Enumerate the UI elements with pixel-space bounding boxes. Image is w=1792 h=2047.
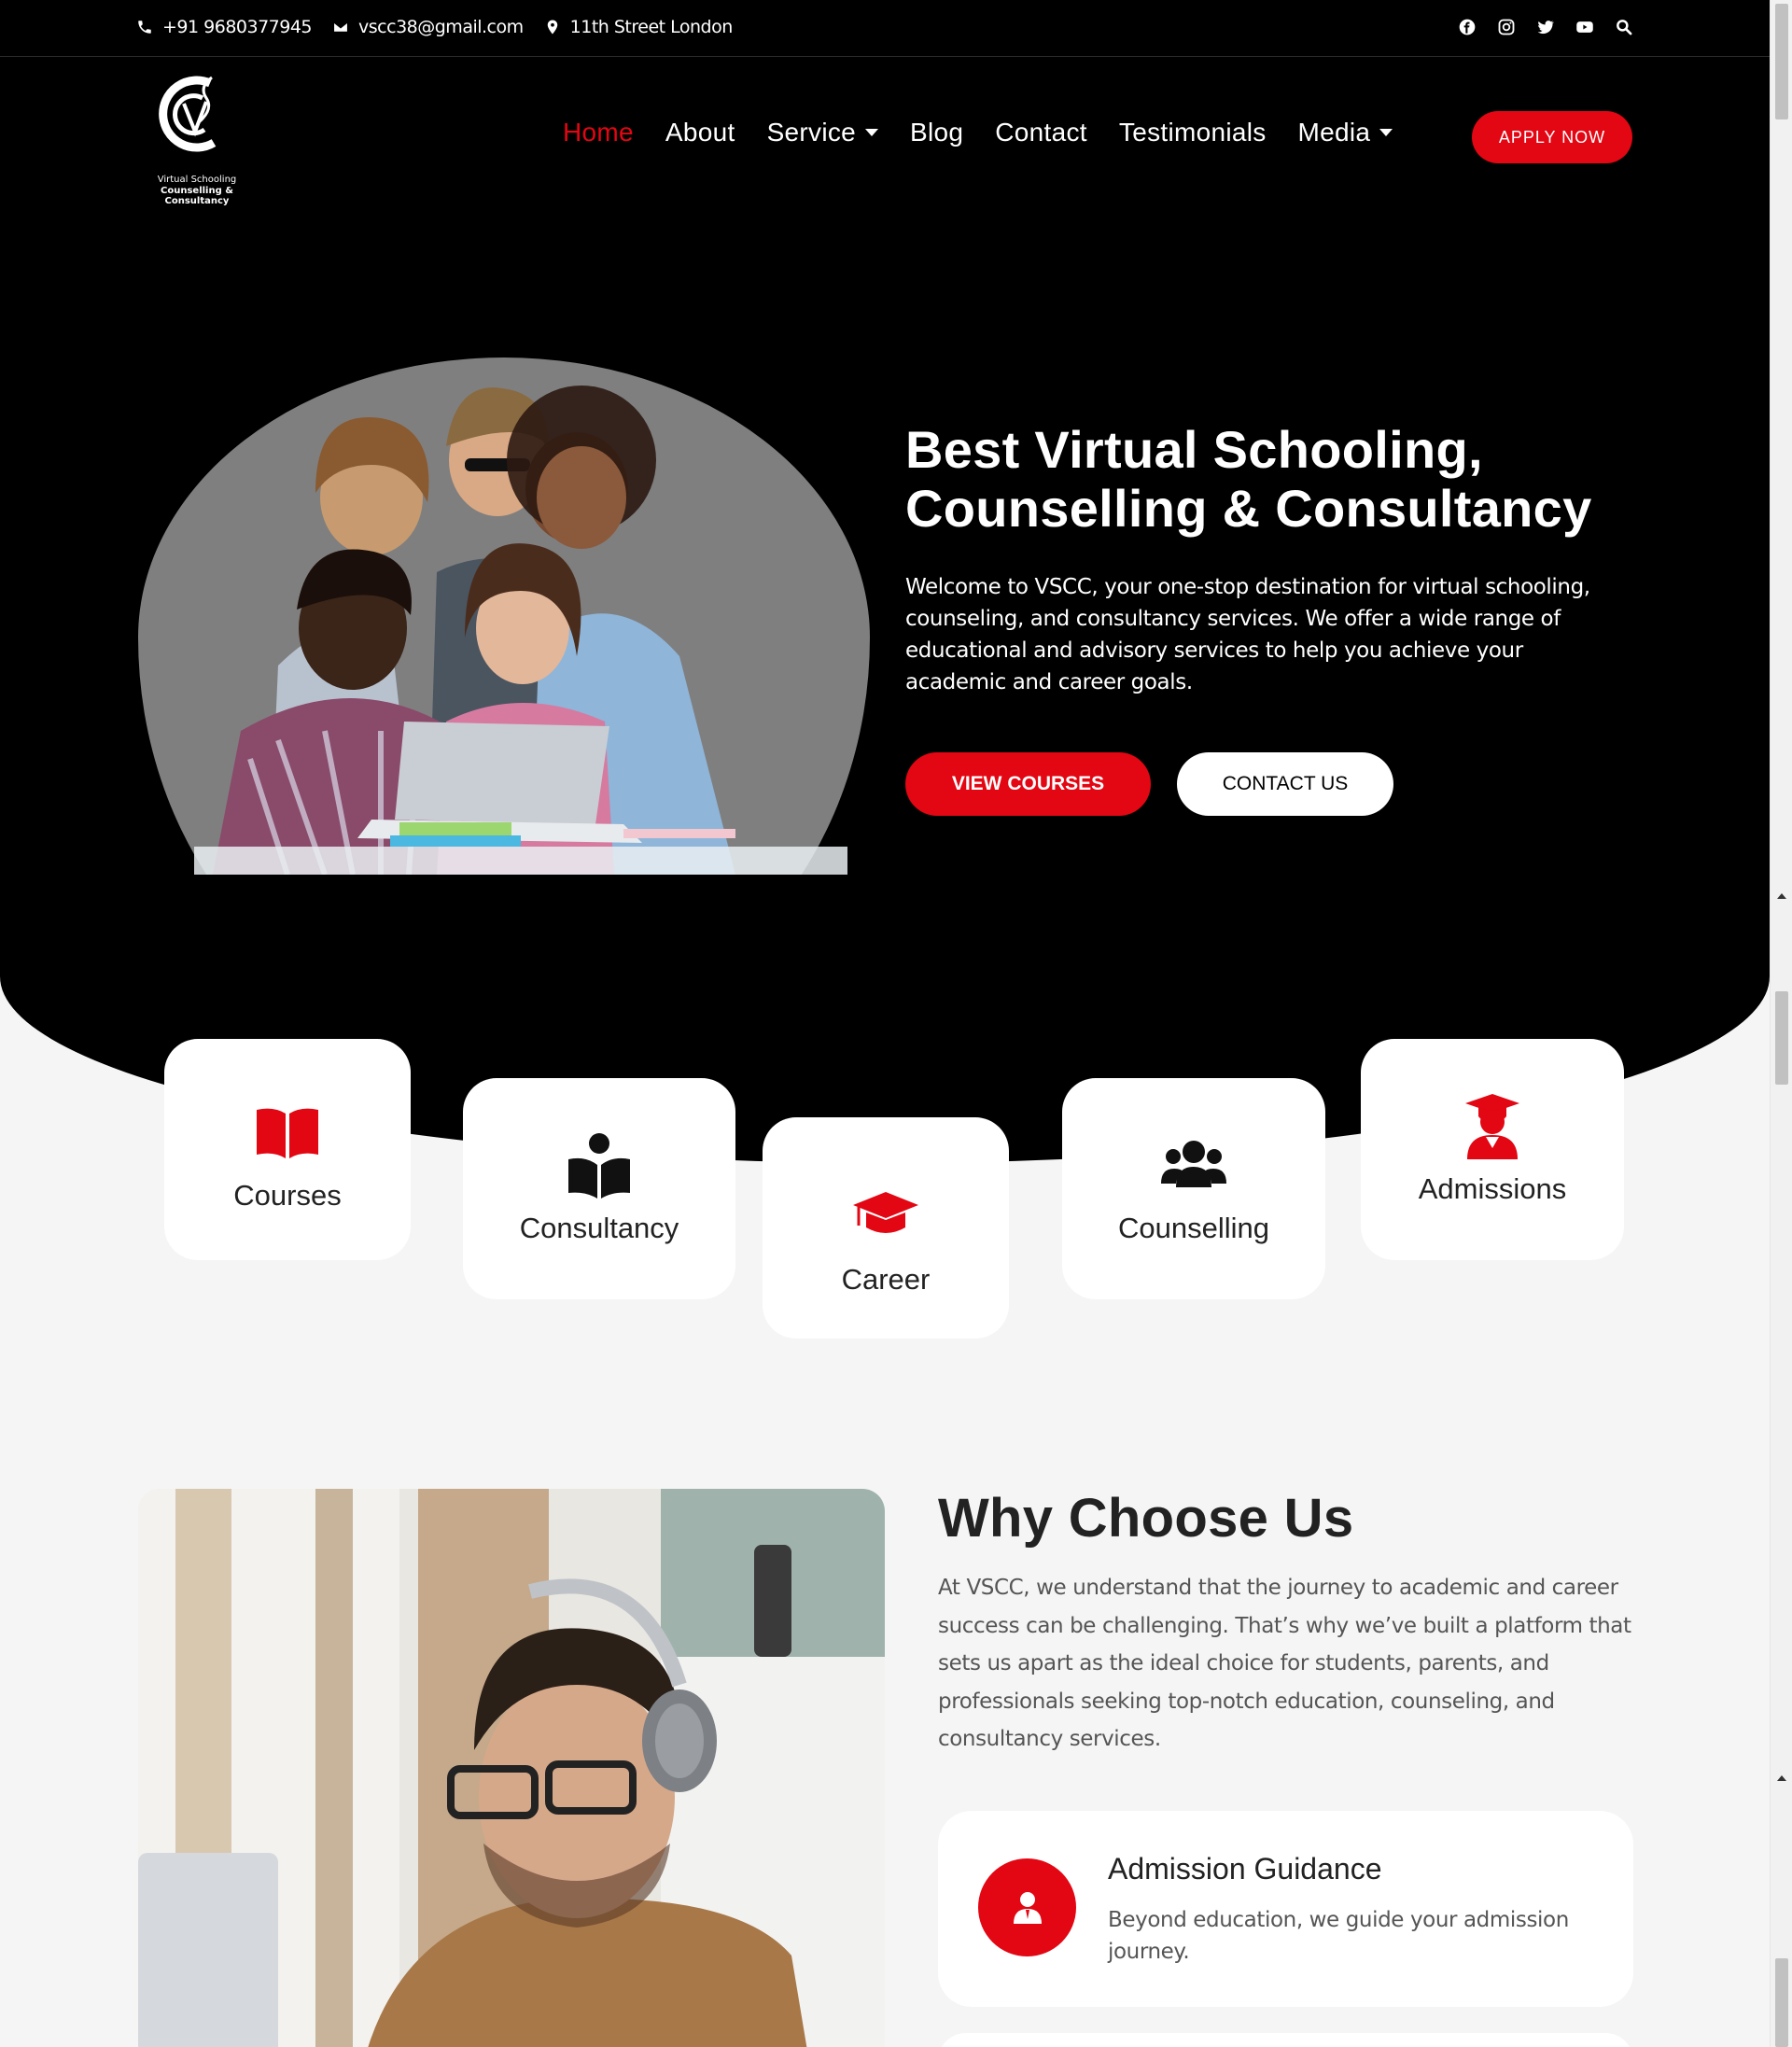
nav-media-label: Media [1297,118,1371,147]
scrollbar-thumb-bottom[interactable] [1775,1958,1788,2047]
nav-about[interactable]: About [665,118,735,147]
hero-description: Welcome to VSCC, your one-stop destinati… [905,575,1590,694]
book-open-icon [257,1108,318,1158]
graduation-cap-icon [853,1192,918,1233]
nav-media[interactable]: Media [1298,118,1393,147]
apply-now-button[interactable]: APPLY NOW [1472,111,1632,163]
card-consultancy-label: Consultancy [519,1212,679,1244]
nav-contact-label: Contact [995,118,1087,147]
logo-tagline-2: Counselling & Consultancy [161,186,233,206]
student-with-headphones-illustration [138,1489,885,2047]
nav-blog-label: Blog [910,118,964,147]
why-choose-us-image [138,1489,885,2047]
view-courses-button[interactable]: VIEW COURSES [905,752,1151,816]
search-icon[interactable] [1614,17,1634,37]
why-choose-us-title: Why Choose Us [938,1488,1354,1549]
card-counselling[interactable]: Counselling [1062,1078,1325,1299]
email-contact[interactable]: vscc38@gmail.com [332,17,524,37]
scroll-up-arrow-icon[interactable] [1777,893,1786,899]
feature-icon-circle [978,1858,1076,1956]
phone-number: +91 9680377945 [162,17,313,37]
students-group-illustration [194,386,847,875]
twitter-icon[interactable] [1535,17,1556,37]
email-address: vscc38@gmail.com [358,17,524,37]
nav-contact[interactable]: Contact [995,118,1087,147]
hero-title-line-2: Counselling & Consultancy [905,479,1592,538]
facebook-icon[interactable] [1457,17,1477,37]
user-tie-icon [1013,1891,1042,1924]
card-admissions-label: Admissions [1418,1172,1567,1205]
phone-icon [138,21,151,34]
feature-text: Beyond education, we guide your admissio… [1108,1908,1569,1964]
card-courses[interactable]: Courses [164,1039,411,1260]
phone-contact[interactable]: +91 9680377945 [136,17,313,37]
logo-tagline-1: Virtual Schooling [157,175,237,185]
card-career[interactable]: Career [763,1117,1009,1339]
contact-us-button[interactable]: CONTACT US [1177,752,1393,816]
page-scrollbar[interactable] [1770,0,1792,2047]
nav-testimonials-label: Testimonials [1118,118,1267,147]
card-courses-label: Courses [233,1179,342,1212]
contact-info: +91 9680377945 vscc38@gmail.com 11th Str… [136,17,733,37]
scroll-up-arrow-icon[interactable] [1777,1775,1786,1781]
nav-home-label: Home [563,118,634,147]
hero-title: Best Virtual Schooling, Counselling & Co… [905,420,1615,538]
youtube-icon[interactable] [1575,17,1595,37]
scrollbar-thumb-middle[interactable] [1775,991,1788,1085]
card-counselling-label: Counselling [1118,1212,1269,1244]
vscc-logo-mark [159,76,217,152]
caret-down-icon [865,129,879,136]
nav-service[interactable]: Service [766,118,879,147]
hero-students-image [138,358,870,875]
address-contact: 11th Street London [544,17,733,37]
user-graduate-icon [1465,1094,1519,1159]
feature-title: Admission Guidance [1108,1852,1382,1886]
nav-about-label: About [665,118,735,147]
hero-title-line-1: Best Virtual Schooling, [905,420,1483,479]
scrollbar-thumb-top[interactable] [1775,4,1788,119]
social-links [1457,17,1634,37]
users-icon [1161,1141,1226,1187]
site-logo[interactable]: Virtual Schooling Counselling & Consulta… [136,70,258,206]
card-consultancy[interactable]: Consultancy [463,1078,735,1299]
street-address: 11th Street London [569,17,734,37]
card-career-label: Career [841,1263,931,1296]
nav-testimonials[interactable]: Testimonials [1119,118,1267,147]
feature-admission-guidance[interactable]: Admission Guidance Beyond education, we … [938,1811,1633,2007]
nav-blog[interactable]: Blog [910,118,963,147]
nav-service-label: Service [766,118,857,147]
instagram-icon[interactable] [1496,17,1517,37]
card-admissions[interactable]: Admissions [1361,1039,1624,1260]
main-nav: Home About Service Blog Contact Testimon… [563,118,1393,147]
top-bar: +91 9680377945 vscc38@gmail.com 11th Str… [0,0,1770,57]
caret-down-icon [1379,129,1393,136]
nav-home[interactable]: Home [563,118,634,147]
book-reader-icon [568,1133,630,1199]
why-choose-us-text: At VSCC, we understand that the journey … [938,1576,1631,1751]
feature-card-next[interactable] [938,2033,1633,2047]
map-marker-icon [547,20,557,35]
envelope-icon [332,21,349,33]
